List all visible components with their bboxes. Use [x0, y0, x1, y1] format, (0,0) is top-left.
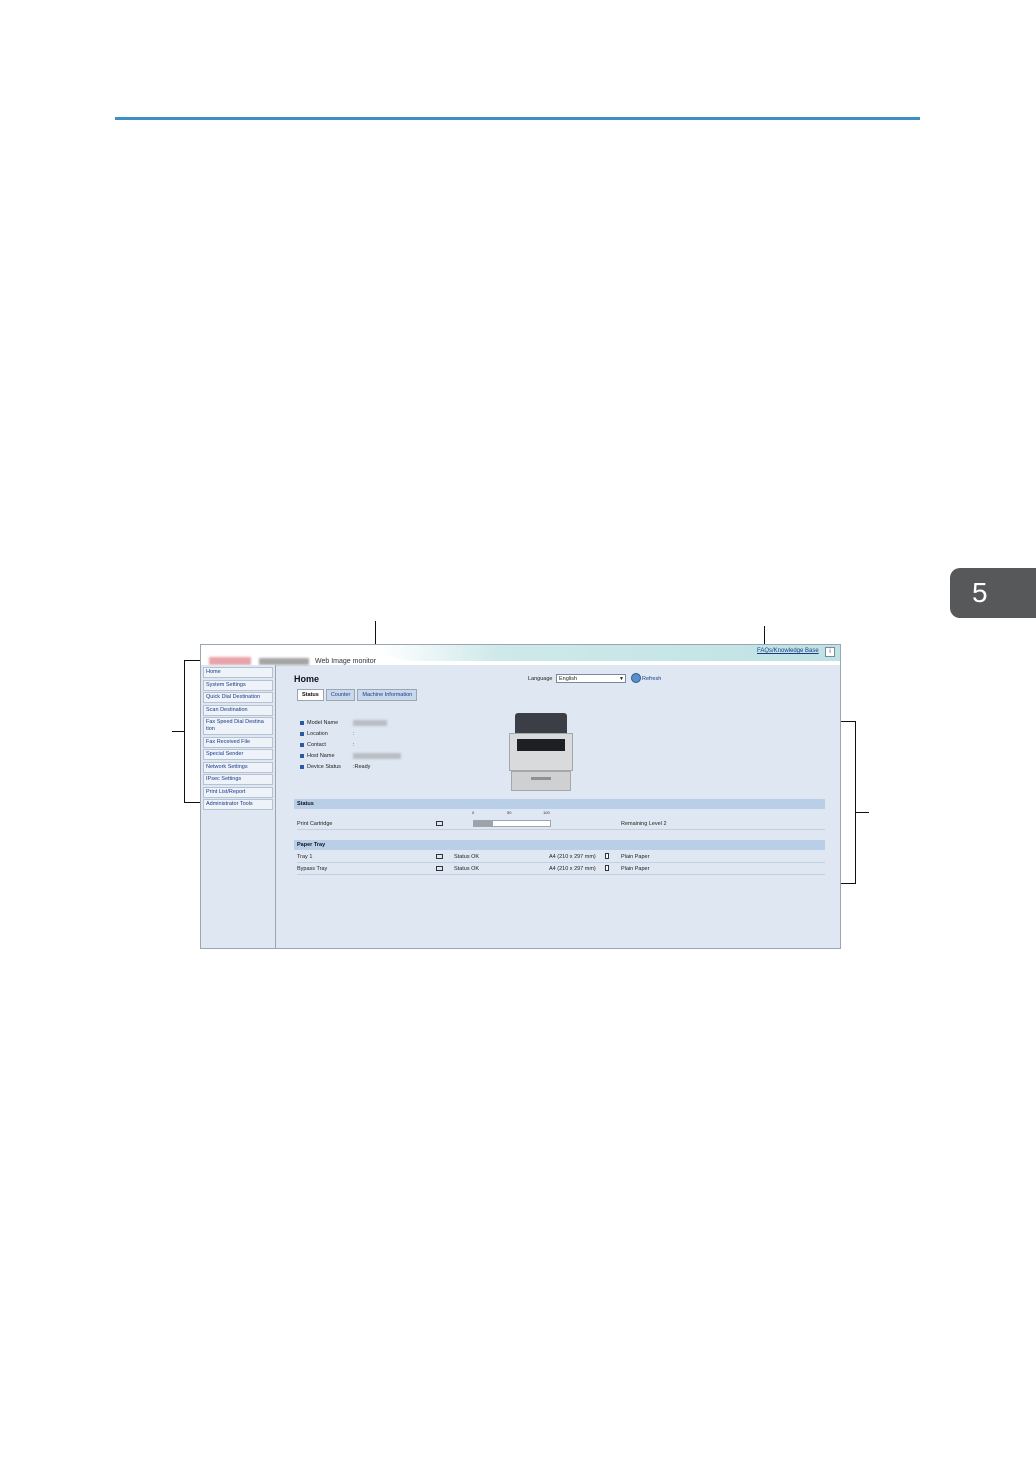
sidebar-item-fax-received[interactable]: Fax Received File	[203, 736, 273, 748]
info-row: Device Status :Ready	[300, 761, 401, 772]
callout-bracket-sidebar	[184, 660, 185, 803]
brand-logo	[209, 657, 251, 665]
info-label: Device Status	[307, 763, 341, 770]
scale-tick: 0	[472, 810, 475, 815]
remaining-level: Remaining Level 2	[621, 821, 667, 827]
cartridge-label: Print Cartridge	[297, 821, 333, 827]
sidebar-item-home[interactable]: Home	[203, 667, 273, 678]
model-logo	[259, 658, 309, 665]
tray-name: Bypass Tray	[297, 866, 328, 872]
info-value: :	[353, 741, 355, 748]
refresh-link[interactable]: Refresh	[642, 676, 661, 682]
sidebar-item-network-settings[interactable]: Network Settings	[203, 761, 273, 773]
tray-icon	[436, 854, 443, 859]
sidebar-item-quick-dial[interactable]: Quick Dial Destination	[203, 692, 273, 703]
callout-line-main	[855, 812, 869, 813]
printer-output-slot	[517, 739, 565, 751]
redacted-value	[353, 719, 387, 726]
app-title: Web Image monitor	[315, 658, 376, 665]
callout-line-sidebar	[172, 731, 184, 732]
info-row: Contact:	[300, 739, 401, 750]
callout-bracket-main	[855, 721, 856, 884]
tab-status[interactable]: Status	[297, 689, 324, 701]
tab-counter[interactable]: Counter	[325, 689, 356, 701]
sidebar-menu: Home System Settings Quick Dial Destinat…	[201, 665, 276, 948]
tray-type: Plain Paper	[621, 866, 650, 872]
page-title: Home	[294, 674, 320, 684]
chapter-number: 5	[972, 577, 988, 608]
header-bar: Web Image monitor FAQs/Knowledge Base i	[201, 645, 840, 665]
sidebar-item-system-settings[interactable]: System Settings	[203, 679, 273, 691]
language-value: English	[559, 676, 578, 682]
info-row: Model Name	[300, 717, 401, 728]
device-info: Model Name Location: Contact: Host Name …	[300, 717, 401, 772]
tab-machine-information[interactable]: Machine Information	[357, 689, 418, 701]
paper-icon	[605, 853, 609, 859]
info-value: :	[353, 730, 355, 737]
web-image-monitor-screenshot: Web Image monitor FAQs/Knowledge Base i …	[200, 644, 841, 949]
sidebar-item-print-list[interactable]: Print List/Report	[203, 786, 273, 798]
help-icon[interactable]: i	[825, 647, 835, 657]
sidebar-item-fax-speed-dial[interactable]: Fax Speed Dial Destina tion	[203, 717, 273, 735]
tray-size: A4 (210 x 297 mm)	[549, 854, 596, 860]
table-row: Bypass Tray Status OK A4 (210 x 297 mm) …	[297, 864, 825, 875]
table-row: Tray 1 Status OK A4 (210 x 297 mm) Plain…	[297, 852, 825, 863]
chevron-down-icon: ▼	[619, 676, 624, 682]
paper-section-header: Paper Tray	[294, 840, 825, 850]
printer-tray	[511, 771, 571, 791]
tab-bar: Status Counter Machine Information	[297, 689, 418, 701]
redacted-value	[353, 752, 401, 759]
info-row: Host Name	[300, 750, 401, 761]
tray-size: A4 (210 x 297 mm)	[549, 866, 596, 872]
info-label: Location	[307, 730, 328, 737]
printer-image	[507, 713, 575, 793]
toner-gauge-fill	[474, 821, 493, 826]
tray-type: Plain Paper	[621, 854, 650, 860]
bullet-icon	[300, 742, 304, 747]
status-section-header: Status	[294, 799, 825, 809]
info-label: Host Name	[307, 752, 335, 759]
chapter-tab: 5	[950, 568, 1036, 618]
sidebar-item-ipsec-settings[interactable]: IPsec Settings	[203, 774, 273, 785]
bullet-icon	[300, 720, 304, 725]
info-label: Model Name	[307, 719, 339, 726]
info-row: Location:	[300, 728, 401, 739]
bullet-icon	[300, 764, 304, 769]
scale-tick: 50	[507, 810, 512, 815]
top-rule	[115, 117, 920, 120]
scale-tick: 100	[543, 810, 550, 815]
bullet-icon	[300, 753, 304, 758]
tray-name: Tray 1	[297, 854, 313, 860]
info-value: :Ready	[353, 763, 371, 770]
info-label: Contact	[307, 741, 326, 748]
main-content: Home Language English ▼ Refresh Status C…	[277, 665, 840, 948]
toner-icon	[436, 821, 443, 826]
language-label: Language	[528, 676, 553, 682]
printer-tray-handle	[531, 777, 551, 780]
printer-top	[515, 713, 567, 735]
language-select[interactable]: English ▼	[556, 674, 626, 683]
sidebar-item-admin-tools[interactable]: Administrator Tools	[203, 799, 273, 810]
sidebar-item-special-sender[interactable]: Special Sender	[203, 749, 273, 760]
faq-link[interactable]: FAQs/Knowledge Base	[757, 648, 819, 654]
tray-status: Status OK	[454, 854, 480, 860]
bullet-icon	[300, 731, 304, 736]
paper-icon	[605, 865, 609, 871]
sidebar-item-scan-destination[interactable]: Scan Destination	[203, 704, 273, 716]
toner-gauge	[473, 820, 551, 827]
refresh-icon[interactable]	[631, 673, 641, 683]
bypass-tray-icon	[436, 866, 443, 871]
tray-status: Status OK	[454, 866, 480, 872]
cartridge-row: 0 50 100 Print Cartridge Remaining Level…	[297, 810, 825, 830]
